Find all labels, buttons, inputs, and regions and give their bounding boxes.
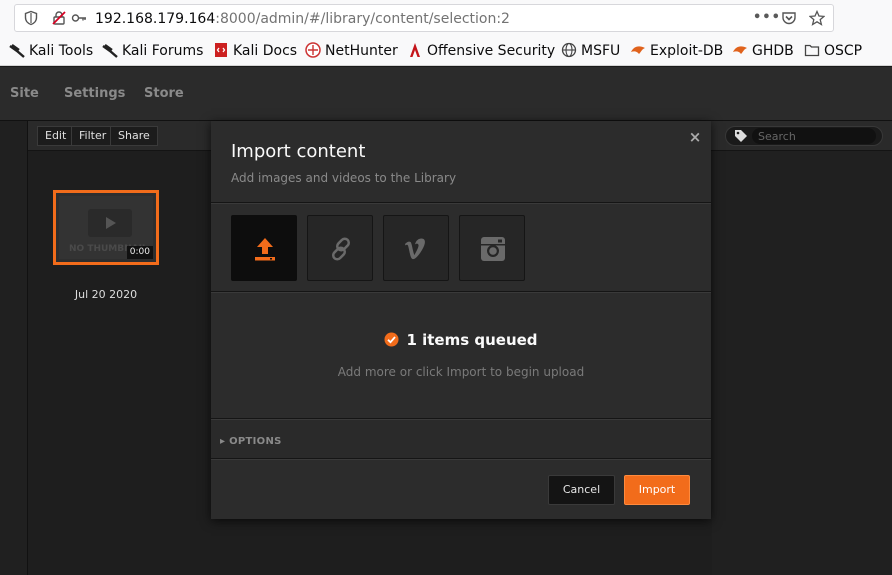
edit-button[interactable]: Edit (37, 126, 75, 146)
vimeo-icon (405, 238, 425, 260)
kali-docs-icon (215, 43, 227, 57)
link-icon (331, 237, 351, 261)
globe-icon (561, 42, 577, 58)
bookmark-star-icon[interactable] (808, 9, 826, 26)
shield-icon[interactable] (23, 10, 39, 26)
kali-dragon-icon (102, 44, 118, 58)
left-rail (0, 121, 28, 575)
instagram-icon (481, 237, 505, 261)
options-label: ▸ OPTIONS (220, 436, 282, 447)
bookmark-msfu[interactable]: MSFU (561, 42, 620, 60)
modal-subtitle: Add images and videos to the Library (231, 171, 457, 185)
instagram-source-button[interactable] (459, 215, 525, 281)
bookmark-kali-tools[interactable]: Kali Tools (9, 42, 93, 60)
import-button[interactable]: Import (624, 475, 690, 505)
import-content-modal: × Import content Add images and videos t… (211, 121, 711, 519)
right-panel (712, 151, 892, 575)
nav-site[interactable]: Site (10, 86, 39, 101)
media-date: Jul 20 2020 (74, 288, 138, 301)
filter-button[interactable]: Filter (71, 126, 115, 146)
upload-icon (255, 238, 275, 261)
bookmark-offensive-security[interactable]: Offensive Security (407, 42, 555, 60)
app-header: Site Settings Store (0, 67, 892, 121)
divider (211, 203, 711, 204)
queued-text: 1 items queued (406, 331, 538, 349)
share-button[interactable]: Share (110, 126, 158, 146)
upload-hint: Add more or click Import to begin upload (337, 365, 585, 379)
options-toggle[interactable]: ▸ OPTIONS (211, 420, 711, 458)
upload-source-button[interactable] (231, 215, 297, 281)
pocket-icon[interactable] (781, 10, 797, 26)
duration-badge: 0:00 (126, 246, 153, 259)
browser-toolbar: 192.168.179.164:8000/admin/#/library/con… (0, 0, 892, 36)
queue-status: 1 items queued (211, 331, 711, 349)
exploit-db-icon (631, 46, 645, 54)
bookmark-ghdb[interactable]: GHDB (732, 42, 794, 60)
offsec-icon (410, 43, 420, 57)
folder-icon (804, 44, 820, 57)
search-box (725, 126, 883, 146)
nav-settings[interactable]: Settings (64, 86, 125, 101)
bookmark-kali-forums[interactable]: Kali Forums (102, 42, 203, 60)
media-thumbnail[interactable]: NO THUMBNAIL 0:00 (53, 190, 159, 265)
insecure-connection-icon[interactable] (51, 10, 67, 26)
url-bar[interactable]: 192.168.179.164:8000/admin/#/library/con… (14, 4, 834, 32)
ghdb-icon (733, 46, 747, 54)
bookmarks-bar: Kali Tools Kali Forums Kali Docs NetHunt… (0, 36, 892, 66)
divider (211, 292, 711, 293)
url-text[interactable]: 192.168.179.164:8000/admin/#/library/con… (95, 10, 510, 28)
check-circle-icon (384, 332, 399, 347)
cancel-button[interactable]: Cancel (548, 475, 615, 505)
divider (211, 459, 711, 460)
vimeo-source-button[interactable] (383, 215, 449, 281)
key-icon[interactable] (71, 10, 87, 26)
caret-right-icon: ▸ (220, 436, 230, 447)
bookmark-kali-docs[interactable]: Kali Docs (213, 42, 297, 60)
page-actions-icon[interactable]: ••• (753, 10, 780, 26)
kali-dragon-icon (9, 44, 25, 58)
play-icon (88, 209, 132, 237)
search-input[interactable] (752, 128, 876, 144)
bookmark-nethunter[interactable]: NetHunter (305, 42, 398, 60)
tag-icon[interactable] (734, 129, 748, 143)
close-icon[interactable]: × (688, 130, 702, 145)
modal-title: Import content (231, 141, 366, 162)
link-source-button[interactable] (307, 215, 373, 281)
nethunter-icon (305, 42, 321, 58)
nav-store[interactable]: Store (144, 86, 184, 101)
bookmark-oscp[interactable]: OSCP (804, 42, 862, 60)
bookmark-exploit-db[interactable]: Exploit-DB (630, 42, 723, 60)
